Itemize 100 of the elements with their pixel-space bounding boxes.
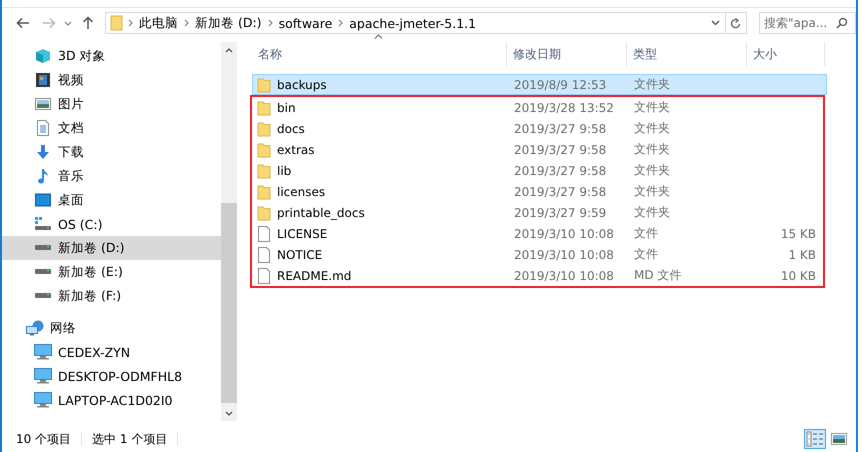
- date-cell-text: 2019/3/27 9:58: [513, 122, 608, 136]
- selection-count: 选中 1 个项目: [91, 430, 168, 448]
- file-name: backups: [277, 78, 327, 92]
- date-cell-text: 2019/8/9 12:53: [513, 78, 608, 92]
- file-icon: [257, 246, 271, 262]
- file-icon: [257, 268, 271, 284]
- file-row[interactable]: bin 2019/3/28 13:52 文件夹: [252, 97, 823, 118]
- chevron-right-icon: [338, 19, 344, 27]
- size-cell-text: 1 KB: [787, 248, 817, 262]
- film-icon: [34, 72, 52, 88]
- column-header[interactable]: 大小: [747, 42, 825, 66]
- type-cell-text: 文件夹: [633, 204, 671, 221]
- details-view-icon: [806, 431, 824, 447]
- folder-icon: [257, 120, 271, 136]
- drive-icon: [34, 269, 52, 275]
- monitor-icon: [34, 368, 52, 384]
- breadcrumb[interactable]: apache-jmeter-5.1.1: [347, 16, 478, 30]
- breadcrumb[interactable]: 新加卷 (D:): [193, 14, 264, 32]
- scroll-up-icon: [225, 48, 233, 52]
- sidebar-item[interactable]: OS (C:): [2, 212, 221, 236]
- file-row[interactable]: printable_docs 2019/3/27 9:59 文件夹: [252, 202, 823, 223]
- file-name: bin: [277, 100, 296, 114]
- file-name: extras: [277, 142, 315, 156]
- file-row[interactable]: backups 2019/8/9 12:53 文件夹: [252, 74, 827, 95]
- file-name: README.md: [277, 268, 352, 282]
- thumbnail-view-icon: [831, 433, 847, 445]
- folder-icon: [257, 184, 271, 200]
- file-name: NOTICE: [277, 248, 322, 262]
- date-cell-text: 2019/3/28 13:52: [513, 100, 615, 114]
- file-row[interactable]: extras 2019/3/27 9:58 文件夹: [252, 139, 823, 160]
- sort-caret-icon: [374, 34, 383, 39]
- scrollbar[interactable]: [221, 42, 237, 421]
- type-cell-text: 文件: [633, 246, 659, 263]
- chevron-right-icon: [184, 19, 189, 27]
- sidebar-item[interactable]: CEDEX-ZYN: [2, 340, 221, 364]
- file-row[interactable]: licenses 2019/3/27 9:58 文件夹: [252, 181, 823, 202]
- document-icon: [34, 120, 52, 136]
- file-row[interactable]: LICENSE 2019/3/10 10:08 文件 15 KB: [252, 223, 823, 244]
- refresh-icon: [730, 17, 742, 29]
- sidebar-item[interactable]: 音乐: [2, 164, 221, 188]
- sidebar-item[interactable]: 新加卷 (F:): [2, 284, 221, 308]
- search-field[interactable]: 搜索"apa...: [758, 12, 856, 34]
- sidebar-item[interactable]: 3D 对象: [2, 44, 221, 68]
- folder-icon: [257, 76, 271, 92]
- file-row[interactable]: NOTICE 2019/3/10 10:08 文件 1 KB: [252, 244, 823, 265]
- column-header[interactable]: 类型: [627, 42, 747, 66]
- size-cell-text: 10 KB: [780, 268, 817, 282]
- scroll-down-icon: [225, 410, 233, 416]
- monitor-icon: [34, 344, 52, 360]
- file-row[interactable]: README.md 2019/3/10 10:08 MD 文件 10 KB: [252, 265, 823, 286]
- breadcrumb[interactable]: 此电脑: [137, 14, 180, 32]
- type-cell-text: 文件夹: [633, 120, 671, 137]
- folder-icon: [110, 15, 124, 31]
- file-name: licenses: [277, 184, 326, 198]
- folder-icon: [257, 204, 271, 220]
- sidebar-item[interactable]: LAPTOP-AC1D02I0: [2, 388, 221, 412]
- drive-icon: [34, 293, 52, 299]
- chevron-right-icon: [128, 19, 133, 27]
- forward-arrow-icon: [42, 17, 56, 29]
- column-header[interactable]: 修改日期: [507, 42, 627, 66]
- file-row[interactable]: lib 2019/3/27 9:58 文件夹: [252, 160, 823, 181]
- chevron-down-icon[interactable]: [711, 20, 720, 26]
- search-icon: [836, 17, 848, 29]
- date-cell-text: 2019/3/27 9:59: [513, 206, 608, 220]
- type-cell-text: 文件夹: [633, 141, 671, 158]
- file-row[interactable]: docs 2019/3/27 9:58 文件夹: [252, 118, 823, 139]
- type-cell-text: MD 文件: [633, 267, 682, 284]
- sidebar-item[interactable]: 新加卷 (E:): [2, 260, 221, 284]
- desktop-icon: [34, 193, 52, 207]
- view-button[interactable]: [804, 429, 826, 449]
- type-cell-text: 文件夹: [633, 183, 671, 200]
- cube-icon: [34, 48, 52, 64]
- type-cell-text: 文件夹: [633, 76, 671, 93]
- date-cell-text: 2019/3/10 10:08: [513, 226, 615, 240]
- breadcrumb[interactable]: software: [276, 16, 334, 30]
- sidebar-item[interactable]: DESKTOP-ODMFHL8: [2, 364, 221, 388]
- size-cell-text: 15 KB: [780, 226, 817, 240]
- down-arrow-icon: [34, 144, 52, 160]
- chevron-right-icon: [268, 19, 273, 27]
- sidebar-item[interactable]: 桌面: [2, 188, 221, 212]
- folder-icon: [257, 100, 271, 116]
- file-name: printable_docs: [277, 206, 365, 220]
- file-name: docs: [277, 122, 305, 136]
- folder-icon: [257, 142, 271, 158]
- address-bar[interactable]: 此电脑 新加卷 (D:) software apache-jmeter-5.1.1: [105, 12, 747, 34]
- column-header[interactable]: 名称: [252, 42, 507, 66]
- type-cell-text: 文件夹: [633, 99, 671, 116]
- sidebar-item[interactable]: 下载: [2, 140, 221, 164]
- folder-icon: [257, 162, 271, 178]
- sidebar-item[interactable]: 视频: [2, 68, 221, 92]
- sidebar-item[interactable]: 网络: [2, 316, 221, 340]
- sidebar-item[interactable]: 图片: [2, 92, 221, 116]
- network-icon: [26, 320, 44, 336]
- type-cell-text: 文件: [633, 225, 659, 242]
- type-cell-text: 文件夹: [633, 162, 671, 179]
- sidebar-item[interactable]: 文档: [2, 116, 221, 140]
- date-cell-text: 2019/3/10 10:08: [513, 268, 615, 282]
- back-arrow-icon: [16, 17, 30, 29]
- sidebar-item[interactable]: 新加卷 (D:): [2, 236, 221, 260]
- file-name: lib: [277, 164, 292, 178]
